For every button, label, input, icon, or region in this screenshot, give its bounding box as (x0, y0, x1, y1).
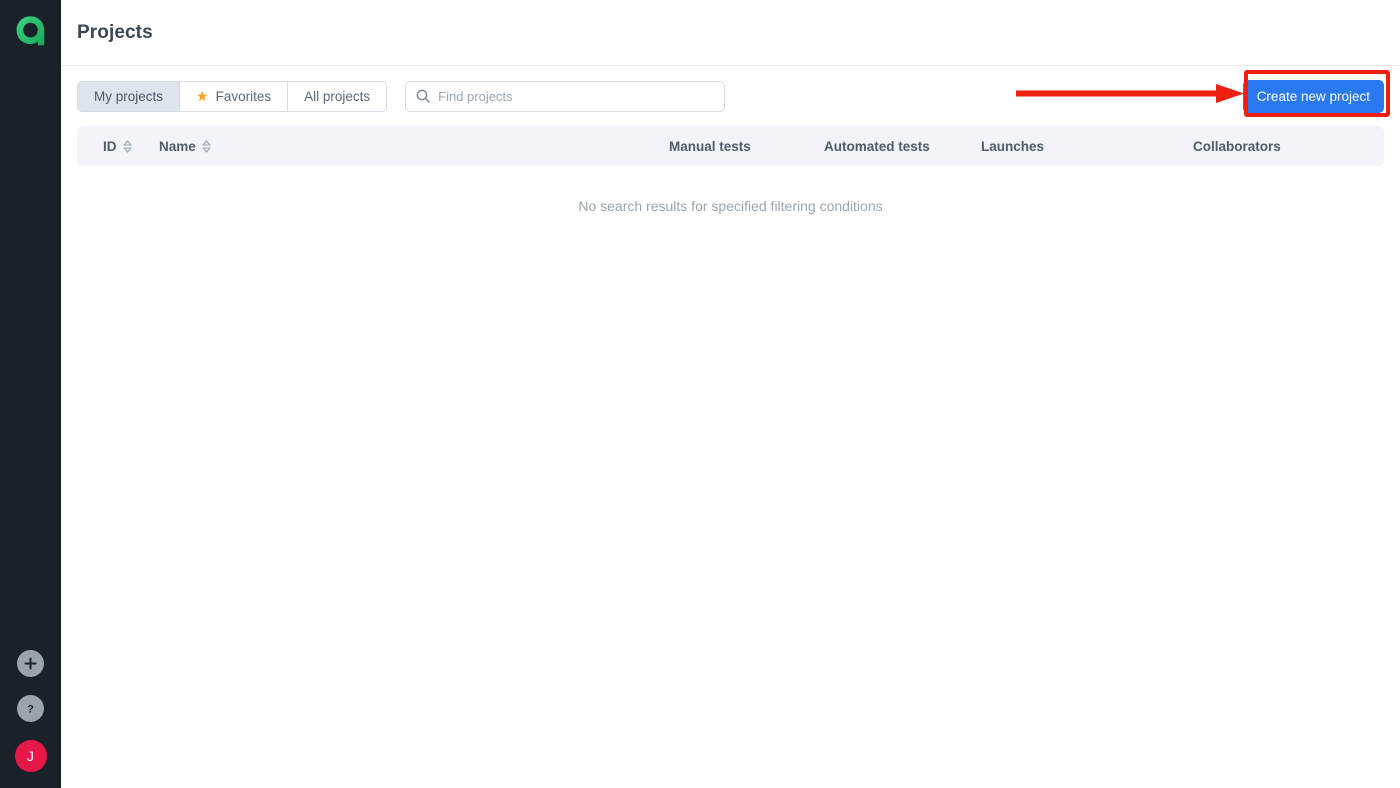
tab-favorites-label: Favorites (215, 88, 272, 104)
search-box[interactable] (405, 80, 726, 112)
page-header: Projects (61, 0, 1400, 66)
projects-table: ID Name Manual tests Automated tests Lau… (61, 126, 1400, 214)
app-root: ? J Projects My projects ★ Favorites All… (0, 0, 1400, 788)
column-header-launches: Launches (981, 139, 1193, 154)
column-header-name[interactable]: Name (159, 139, 669, 154)
sort-chevron-icon (122, 139, 132, 153)
search-icon (416, 89, 430, 103)
create-new-project-label: Create new project (1256, 89, 1370, 104)
column-header-automated-tests-label: Automated tests (824, 138, 930, 154)
column-header-collaborators-label: Collaborators (1193, 138, 1281, 154)
column-header-manual-tests: Manual tests (669, 139, 824, 154)
avatar-initial: J (26, 748, 35, 764)
tab-my-projects[interactable]: My projects (78, 81, 181, 111)
plus-icon (24, 657, 37, 670)
avatar[interactable]: J (14, 740, 47, 772)
column-header-name-label: Name (159, 138, 196, 154)
allure-logo-icon (16, 16, 44, 46)
main-content: Projects My projects ★ Favorites All pro… (61, 0, 1400, 788)
help-button[interactable]: ? (17, 695, 44, 722)
column-header-id[interactable]: ID (77, 139, 159, 154)
column-header-launches-label: Launches (981, 138, 1045, 154)
column-header-automated-tests: Automated tests (824, 139, 981, 154)
allure-logo[interactable] (12, 12, 50, 50)
table-header-row: ID Name Manual tests Automated tests Lau… (77, 126, 1384, 166)
column-header-id-label: ID (103, 138, 117, 154)
empty-state-message: No search results for specified filterin… (578, 198, 883, 214)
star-icon: ★ (196, 88, 209, 104)
tab-my-projects-label: My projects (94, 88, 164, 104)
svg-text:?: ? (27, 703, 34, 715)
column-header-manual-tests-label: Manual tests (669, 138, 751, 154)
tab-all-projects-label: All projects (304, 88, 371, 104)
tab-all-projects[interactable]: All projects (288, 81, 387, 111)
page-title: Projects (77, 21, 153, 43)
create-new-project-button[interactable]: Create new project (1242, 80, 1384, 113)
sidebar-bottom-actions: ? J (0, 650, 61, 772)
tab-favorites[interactable]: ★ Favorites (180, 81, 289, 111)
column-header-collaborators: Collaborators (1193, 139, 1384, 154)
sort-chevron-icon (202, 139, 211, 153)
projects-filter-tabs: My projects ★ Favorites All projects (77, 80, 388, 112)
sidebar: ? J (0, 0, 61, 788)
toolbar: My projects ★ Favorites All projects Fin… (61, 66, 1400, 126)
search-input[interactable] (438, 81, 715, 111)
question-mark-icon: ? (27, 703, 34, 715)
add-button[interactable] (17, 650, 44, 677)
